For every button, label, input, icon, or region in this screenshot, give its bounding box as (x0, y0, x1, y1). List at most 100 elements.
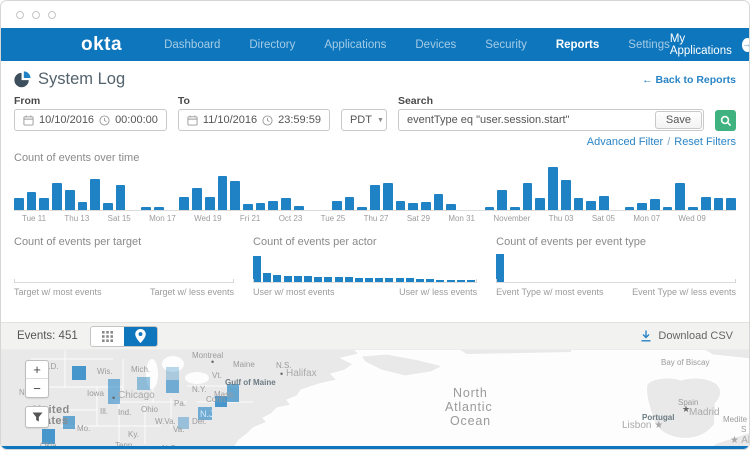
timeline-bar[interactable] (78, 202, 88, 210)
chart-bar[interactable] (284, 276, 292, 282)
timeline-bar[interactable] (586, 201, 596, 210)
from-datetime-field[interactable]: 10/10/2016 00:00:00 (14, 109, 167, 131)
timeline-bar[interactable] (561, 180, 571, 210)
timeline-bar[interactable] (714, 198, 724, 210)
timeline-bar[interactable] (256, 203, 266, 210)
timeline-bar[interactable] (52, 183, 62, 210)
timeline-bar[interactable] (218, 176, 228, 210)
chart-bar[interactable] (314, 277, 322, 282)
chart-bar[interactable] (447, 280, 455, 282)
map-event-marker[interactable] (63, 416, 75, 429)
nav-item-applications[interactable]: Applications (324, 39, 386, 51)
timeline-bar[interactable] (421, 202, 431, 210)
chart-bar[interactable] (273, 275, 281, 282)
chart-bar[interactable] (406, 278, 414, 282)
timeline-bar[interactable] (154, 207, 164, 210)
timezone-select[interactable]: PDT ▼ (341, 109, 387, 131)
timeline-bar[interactable] (65, 190, 75, 210)
advanced-filter-link[interactable]: Advanced Filter (587, 136, 663, 148)
map-filter-button[interactable] (25, 406, 49, 428)
timeline-bar[interactable] (485, 207, 495, 210)
timeline-bar[interactable] (497, 190, 507, 210)
chart-bar[interactable] (467, 280, 475, 282)
nav-item-reports[interactable]: Reports (556, 39, 599, 51)
timeline-bar[interactable] (446, 204, 456, 210)
timeline-bar[interactable] (650, 199, 660, 210)
nav-item-security[interactable]: Security (485, 39, 527, 51)
chart-bar[interactable] (426, 279, 434, 282)
nav-item-dashboard[interactable]: Dashboard (164, 39, 220, 51)
nav-item-settings[interactable]: Settings (628, 39, 670, 51)
timeline-bar[interactable] (205, 197, 215, 210)
timeline-bar[interactable] (726, 198, 736, 210)
chart-bar[interactable] (385, 278, 393, 282)
timeline-bar[interactable] (510, 207, 520, 210)
chart-bar[interactable] (294, 276, 302, 282)
timeline-bar[interactable] (625, 207, 635, 210)
save-button[interactable]: Save (655, 111, 702, 129)
timeline-bar[interactable] (116, 185, 126, 210)
timeline-bar[interactable] (14, 198, 24, 210)
timeline-bar[interactable] (383, 183, 393, 210)
window-control-icon[interactable] (32, 11, 40, 19)
timeline-bar[interactable] (663, 207, 673, 210)
timeline-bar[interactable] (396, 201, 406, 210)
map-event-marker[interactable] (137, 377, 150, 390)
my-applications-button[interactable]: My Applications → (670, 33, 750, 57)
nav-item-devices[interactable]: Devices (415, 39, 456, 51)
nav-item-directory[interactable]: Directory (249, 39, 295, 51)
timeline-bar[interactable] (294, 206, 304, 210)
timeline-bar[interactable] (408, 203, 418, 210)
timeline-bar[interactable] (357, 207, 367, 210)
chart-bar[interactable] (365, 278, 373, 282)
timeline-bar[interactable] (243, 204, 253, 210)
zoom-in-button[interactable]: + (26, 361, 48, 379)
zoom-out-button[interactable]: − (26, 379, 48, 397)
chart-bar[interactable] (263, 273, 271, 282)
timeline-bar[interactable] (90, 179, 100, 210)
map-event-marker[interactable] (198, 407, 212, 420)
timeline-bar[interactable] (523, 183, 533, 210)
timeline-bar[interactable] (701, 197, 711, 210)
chart-bar[interactable] (496, 254, 504, 282)
timeline-bar[interactable] (27, 192, 37, 210)
chart-bar[interactable] (324, 277, 332, 282)
chart-bar[interactable] (416, 279, 424, 282)
chart-bar[interactable] (253, 256, 261, 282)
map-event-marker[interactable] (227, 384, 239, 402)
map-event-marker[interactable] (178, 417, 189, 429)
timeline-bar[interactable] (574, 198, 584, 211)
window-control-icon[interactable] (48, 11, 56, 19)
timeline-bar[interactable] (675, 183, 685, 210)
timeline-bar[interactable] (39, 198, 49, 211)
download-csv-button[interactable]: Download CSV (640, 330, 733, 342)
map-panel[interactable]: Montreal•MaineN.S.•HalifaxVt.Gulf of Mai… (1, 349, 749, 446)
timeline-bar[interactable] (103, 203, 113, 210)
search-submit-button[interactable] (715, 110, 736, 131)
map-event-marker[interactable] (166, 380, 179, 393)
back-to-reports-link[interactable]: ← Back to Reports (642, 74, 736, 86)
map-event-marker[interactable] (166, 367, 179, 380)
timeline-bar[interactable] (370, 185, 380, 210)
timeline-bar[interactable] (192, 188, 202, 210)
map-event-marker[interactable] (72, 366, 86, 380)
timeline-bar[interactable] (179, 197, 189, 210)
chart-bar[interactable] (396, 278, 404, 282)
chart-bar[interactable] (345, 277, 353, 282)
timeline-bar[interactable] (141, 207, 151, 210)
timeline-bar[interactable] (281, 198, 291, 211)
search-input[interactable] (399, 110, 654, 130)
timeline-bar[interactable] (599, 196, 609, 210)
timeline-bar[interactable] (230, 181, 240, 210)
chart-bar[interactable] (335, 277, 343, 282)
chart-bar[interactable] (355, 278, 363, 282)
timeline-bar[interactable] (268, 201, 278, 210)
timeline-bar[interactable] (332, 201, 342, 210)
timeline-bar[interactable] (434, 194, 444, 210)
timeline-bar[interactable] (345, 197, 355, 210)
timeline-bar[interactable] (548, 167, 558, 210)
chart-bar[interactable] (436, 280, 444, 282)
timeline-bar[interactable] (535, 198, 545, 210)
map-event-marker[interactable] (215, 396, 227, 407)
chart-bar[interactable] (375, 278, 383, 282)
